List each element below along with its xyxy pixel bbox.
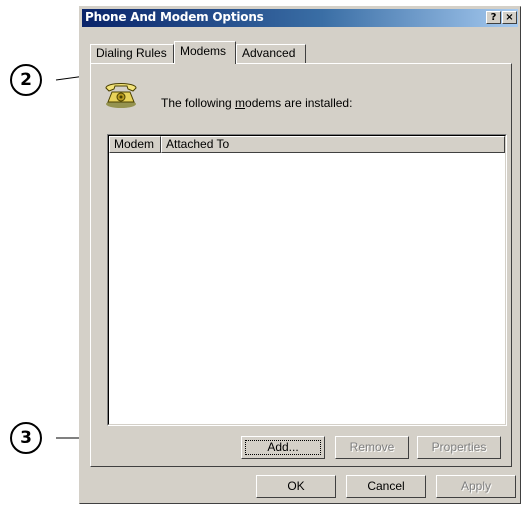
focus-rectangle [245, 440, 321, 455]
remove-button[interactable]: Remove [335, 436, 409, 459]
cancel-button[interactable]: Cancel [346, 475, 426, 498]
modems-tab-panel: The following modems are installed: Mode… [90, 63, 512, 467]
column-header-attached-to[interactable]: Attached To [161, 136, 505, 153]
modem-list[interactable]: Modem Attached To [107, 134, 507, 426]
close-button[interactable]: × [502, 11, 517, 24]
phone-modem-options-window: Phone And Modem Options ? × Dialing Rule… [79, 6, 521, 504]
callout-3: 3 [10, 422, 42, 454]
tab-modems[interactable]: Modems [174, 41, 236, 64]
ok-button[interactable]: OK [256, 475, 336, 498]
properties-button[interactable]: Properties [417, 436, 501, 459]
title-bar: Phone And Modem Options ? × [82, 9, 518, 27]
intro-text: The following modems are installed: [161, 96, 353, 110]
tab-dialing-rules[interactable]: Dialing Rules [90, 44, 174, 63]
apply-button[interactable]: Apply [436, 475, 516, 498]
help-button[interactable]: ? [486, 11, 501, 24]
add-button[interactable]: Add... [241, 436, 325, 459]
column-header-modem[interactable]: Modem [109, 136, 161, 153]
callout-2: 2 [10, 64, 42, 96]
window-title: Phone And Modem Options [85, 10, 264, 24]
tab-advanced[interactable]: Advanced [236, 44, 306, 63]
telephone-icon [105, 83, 137, 108]
